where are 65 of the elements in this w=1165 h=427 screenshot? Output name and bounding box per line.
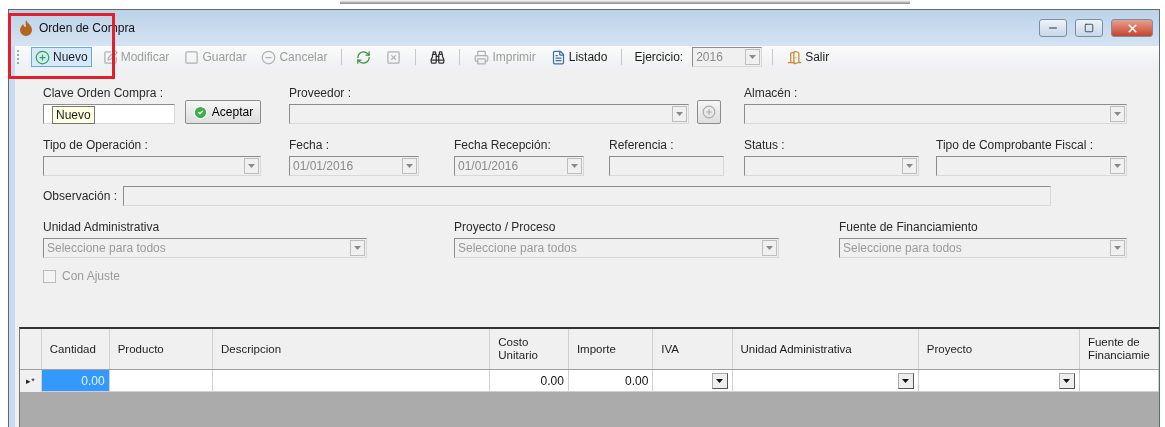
field-label: Observación :: [43, 189, 118, 203]
toolbar-icon: [787, 49, 803, 65]
field-label: Tipo de Comprobante Fiscal :: [936, 138, 1094, 152]
column-header[interactable]: Descripcion: [212, 329, 490, 370]
field-label: Fuente de Financiamiento: [839, 220, 979, 234]
dropdown-arrow-icon: [1114, 164, 1121, 168]
column-header[interactable]: IVA: [652, 329, 732, 370]
toolbar-icon: [356, 49, 372, 65]
field-label: Clave Orden Compra :: [43, 86, 165, 100]
column-header[interactable]: Proyecto: [918, 329, 1080, 370]
toolbar-icon: [261, 49, 277, 65]
dropdown-arrow-icon: [1114, 112, 1121, 116]
minimize-button[interactable]: [1039, 19, 1067, 37]
field-label: Proveedor :: [289, 86, 353, 100]
field-label: Referencia :: [609, 138, 675, 152]
close-button[interactable]: [1111, 19, 1153, 37]
toolbar-grip[interactable]: [17, 50, 22, 64]
check-icon: [192, 104, 208, 120]
toolbar-button[interactable]: Listado: [546, 47, 612, 67]
accept-button[interactable]: Aceptar: [185, 100, 261, 124]
toolbar-button[interactable]: Salir: [783, 47, 834, 67]
toolbar-icon: [550, 49, 566, 65]
dropdown-cell[interactable]: [918, 369, 1080, 392]
dropdown-arrow-icon: [406, 164, 413, 168]
dropdown-arrow-icon: [906, 164, 913, 168]
column-header[interactable]: Costo Unitario: [489, 329, 569, 370]
column-header[interactable]: Producto: [109, 329, 213, 370]
field-label: Fecha :: [289, 138, 331, 152]
dropdown-arrow-icon: [248, 164, 255, 168]
column-header[interactable]: Fuente de Financiamie: [1079, 329, 1159, 370]
field-label: Unidad Administrativa: [43, 220, 161, 234]
dropdown-arrow-icon: [571, 164, 578, 168]
plus-icon: [702, 105, 716, 119]
toolbar-label: Ejercicio:: [633, 50, 685, 64]
toolbar-icon: [184, 49, 200, 65]
close-icon: [1125, 21, 1139, 35]
field-label: Tipo de Operación :: [43, 138, 149, 152]
app-icon: [19, 20, 33, 36]
tooltip: Nuevo: [52, 106, 95, 124]
dropdown-arrow-icon: [716, 378, 723, 383]
dropdown-arrow-icon: [766, 246, 773, 250]
column-header[interactable]: Importe: [568, 329, 653, 370]
maximize-button[interactable]: [1075, 19, 1103, 37]
toolbar-icon: [102, 49, 118, 65]
dropdown-arrow-icon: [749, 55, 757, 59]
row-marker: ▸*: [20, 369, 42, 392]
dropdown-arrow-icon: [1114, 246, 1121, 250]
field-label: Status :: [744, 138, 786, 152]
column-header[interactable]: Unidad Administrativa: [732, 329, 919, 370]
toolbar-icon: [35, 49, 50, 65]
toolbar-icon: [474, 49, 490, 65]
field-label: Proyecto / Proceso: [454, 220, 557, 234]
checkbox-label: Con Ajuste: [62, 269, 121, 283]
field-label: Fecha Recepción:: [454, 138, 552, 152]
column-header[interactable]: Cantidad: [41, 329, 110, 370]
dropdown-arrow-icon: [1063, 378, 1071, 383]
field-label: Almacén :: [744, 86, 799, 100]
toolbar-icon: [386, 49, 402, 65]
dropdown-arrow-icon: [902, 378, 910, 383]
dropdown-arrow-icon: [676, 112, 683, 116]
maximize-icon: [1084, 23, 1094, 33]
toolbar-icon: [430, 49, 446, 65]
toolbar-button[interactable]: Nuevo: [31, 47, 92, 67]
dropdown-cell[interactable]: [732, 369, 919, 392]
dropdown-arrow-icon: [354, 246, 361, 250]
